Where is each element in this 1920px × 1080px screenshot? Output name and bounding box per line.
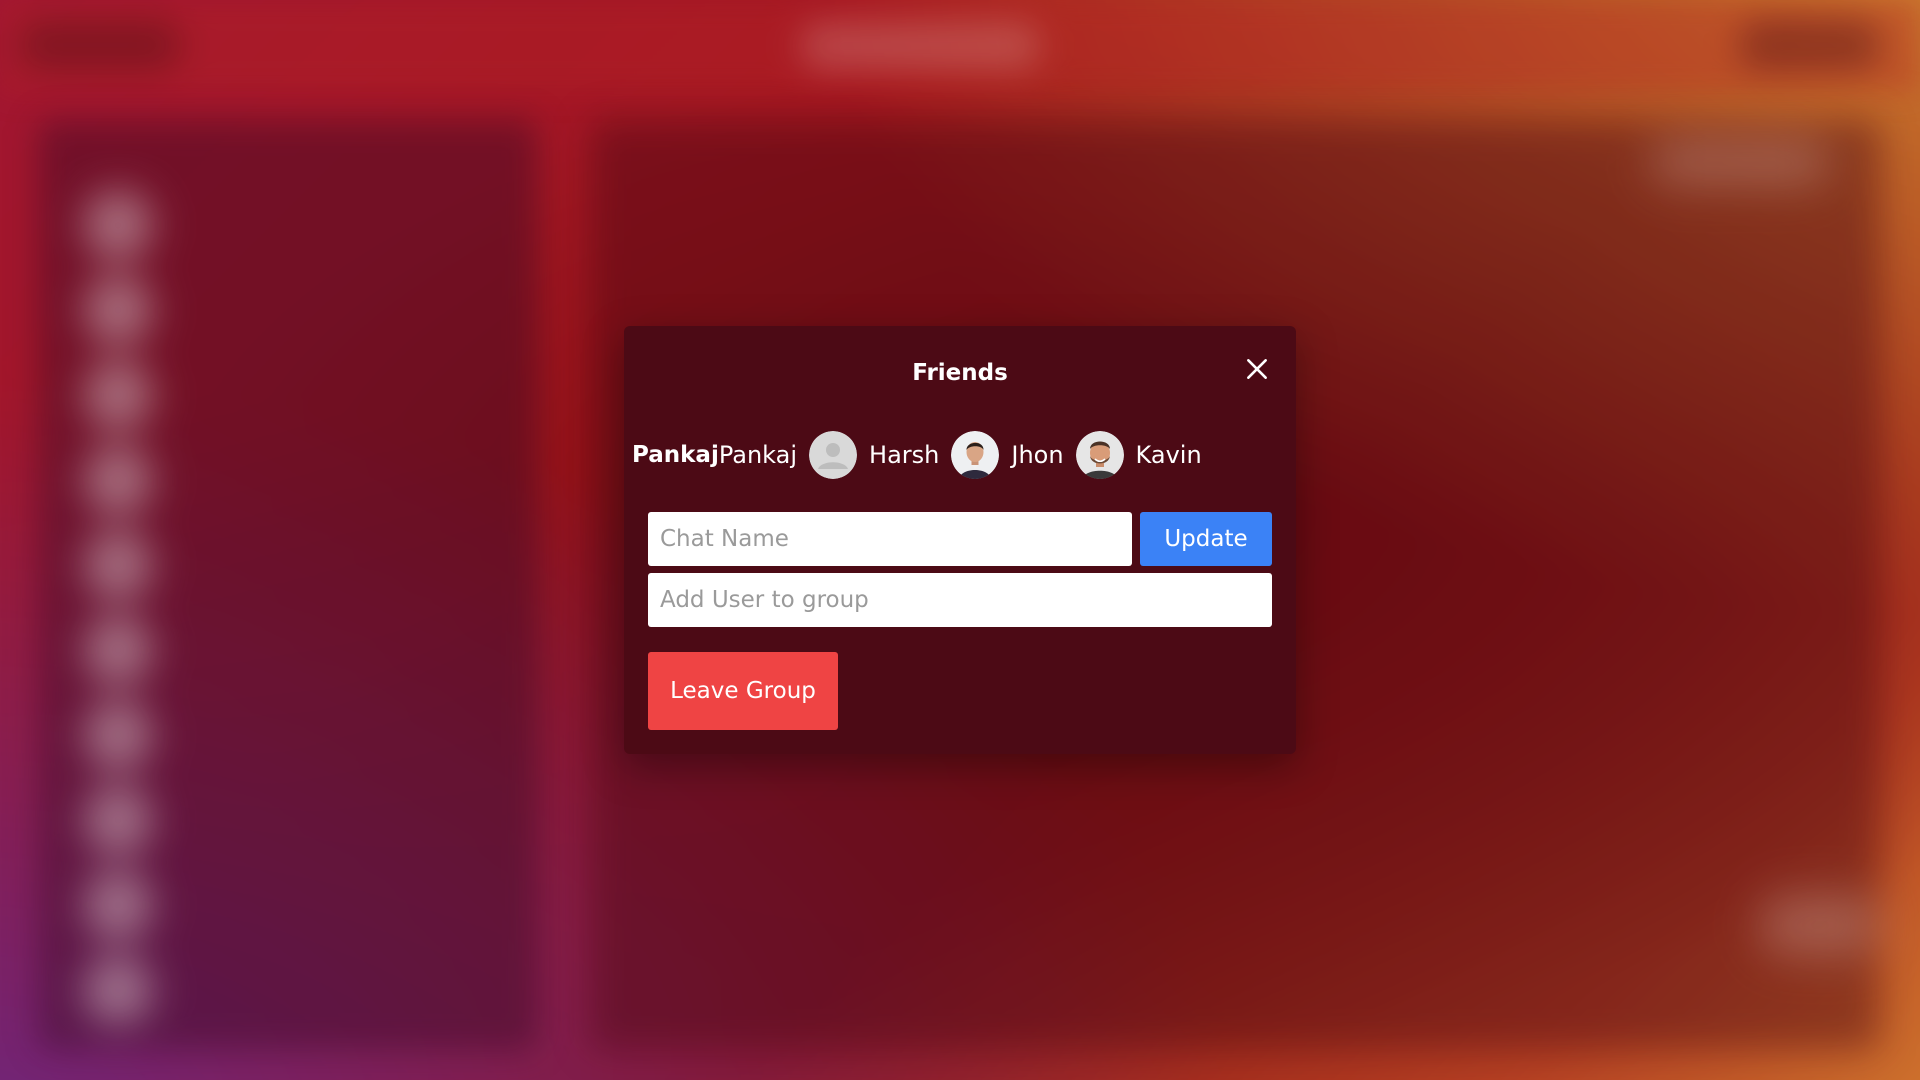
member-name: Kavin (1135, 441, 1202, 469)
group-members-list: Pankaj Pankaj Harsh Jhon Kavin (632, 430, 1202, 480)
leave-group-button[interactable]: Leave Group (648, 652, 838, 730)
modal-title: Friends (912, 360, 1008, 386)
user-photo-avatar (1075, 431, 1124, 479)
member-item[interactable]: Kavin (1136, 441, 1202, 469)
close-icon (1247, 359, 1267, 379)
user-photo-avatar (951, 431, 1000, 479)
member-name: Jhon (1011, 441, 1064, 469)
update-button[interactable]: Update (1140, 512, 1272, 566)
close-button[interactable] (1240, 352, 1274, 386)
member-item[interactable]: Jhon (1011, 431, 1135, 479)
current-user-name: Pankaj (632, 442, 719, 468)
group-settings-modal: Friends Pankaj Pankaj Harsh Jhon Kavin C… (624, 326, 1296, 754)
add-user-input[interactable] (648, 573, 1272, 627)
member-name: Harsh (869, 441, 940, 469)
member-item[interactable]: Harsh (869, 431, 1011, 479)
member-item[interactable]: Pankaj (719, 431, 869, 479)
chat-name-input[interactable] (648, 512, 1132, 566)
default-avatar-icon (809, 431, 858, 479)
member-name: Pankaj (718, 441, 798, 469)
